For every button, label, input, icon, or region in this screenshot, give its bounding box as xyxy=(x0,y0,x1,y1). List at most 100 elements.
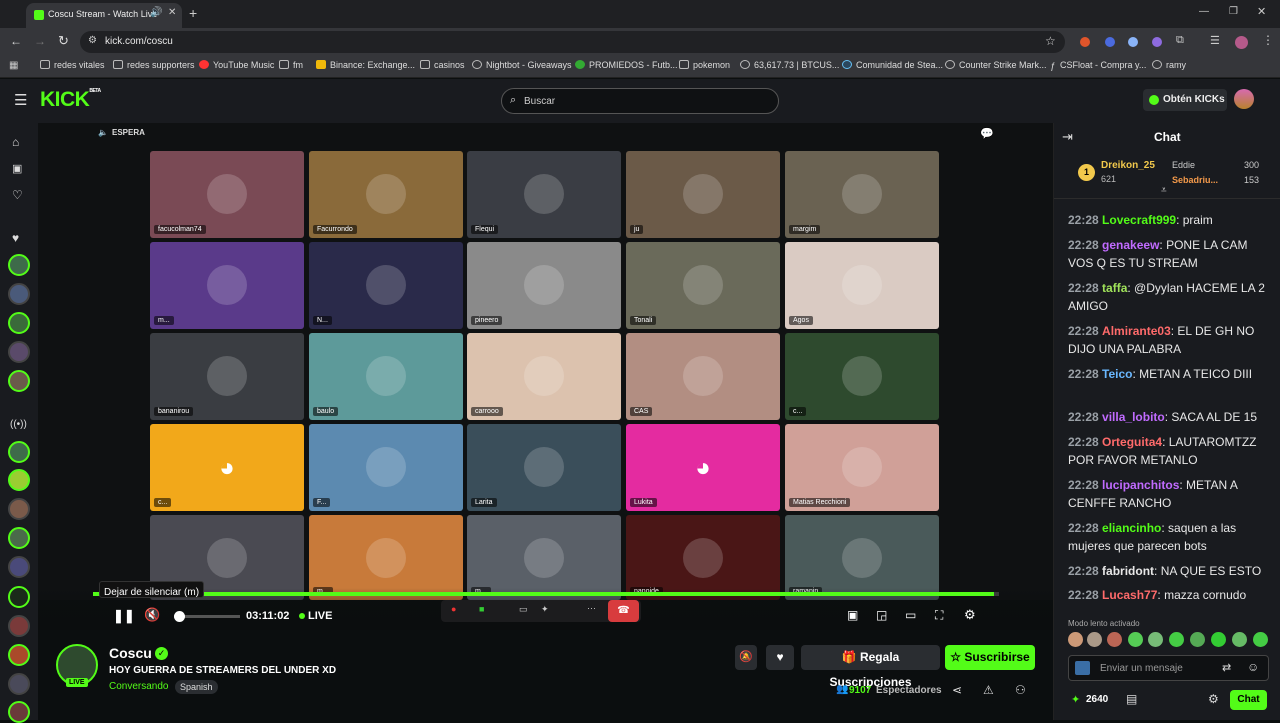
recommended-channel-avatar[interactable] xyxy=(8,556,30,578)
following-icon[interactable]: ♡ xyxy=(12,188,23,202)
bookmark-star-icon[interactable]: ☆ xyxy=(1045,34,1056,48)
extension-icon[interactable] xyxy=(1105,37,1115,47)
recommended-channel-avatar[interactable] xyxy=(8,527,30,549)
back-icon[interactable]: ← xyxy=(10,34,22,48)
forward-icon[interactable]: → xyxy=(34,34,46,48)
extension-icon[interactable] xyxy=(1152,37,1162,47)
bookmark-item[interactable]: casinos xyxy=(420,60,465,70)
translate-icon[interactable]: ⇄ xyxy=(1222,661,1231,674)
collapse-chat-icon[interactable]: ⇥ xyxy=(1062,129,1073,145)
followed-channel-avatar[interactable] xyxy=(8,370,30,392)
followed-channel-avatar[interactable] xyxy=(8,254,30,276)
bookmark-item[interactable]: 63,617.73 | BTCUS... xyxy=(740,60,839,70)
stream-category[interactable]: Conversando xyxy=(109,681,168,692)
report-icon[interactable]: ⚠ xyxy=(983,683,994,697)
recommended-channel-avatar[interactable] xyxy=(8,673,30,695)
recommended-channel-avatar[interactable] xyxy=(8,615,30,637)
expand-leaderboard-icon[interactable]: ⩡ xyxy=(1161,185,1167,196)
emote-picker-icon[interactable] xyxy=(1075,661,1090,675)
extension-icon[interactable] xyxy=(1128,37,1138,47)
chat-settings-icon[interactable]: ⚙ xyxy=(1208,692,1219,706)
chat-bubble-icon[interactable]: 💬 xyxy=(980,127,994,140)
browse-icon[interactable]: ▣ xyxy=(12,162,22,175)
reload-icon[interactable]: ↻ xyxy=(58,33,69,49)
volume-slider[interactable] xyxy=(174,611,240,622)
search-field[interactable]: ⌕ Buscar xyxy=(501,88,779,114)
emote-icon[interactable] xyxy=(1087,632,1102,647)
browser-menu-icon[interactable]: ⋮ xyxy=(1262,33,1274,47)
theater-mode-icon[interactable]: ▭ xyxy=(905,608,916,622)
chest-icon[interactable]: ▤ xyxy=(1126,692,1137,706)
mute-notifications-button[interactable]: 🔕 xyxy=(735,645,757,670)
followed-channel-avatar[interactable] xyxy=(8,341,30,363)
minimize-icon[interactable]: — xyxy=(1199,6,1209,17)
muted-volume-icon[interactable]: 🔇 xyxy=(144,607,160,623)
emote-icon[interactable] xyxy=(1148,632,1163,647)
emote-icon[interactable] xyxy=(1232,632,1247,647)
language-tag[interactable]: Spanish xyxy=(175,680,218,694)
emote-icon[interactable] xyxy=(1190,632,1205,647)
more-options-icon[interactable]: ⚇ xyxy=(1015,683,1026,697)
recommended-channel-avatar[interactable] xyxy=(8,498,30,520)
new-tab-icon[interactable]: + xyxy=(189,5,197,21)
url-field[interactable]: ⚙ kick.com/coscu ☆ xyxy=(80,31,1065,53)
share-icon[interactable]: ⋖ xyxy=(952,683,962,697)
emote-icon[interactable] xyxy=(1128,632,1143,647)
emote-icon[interactable] xyxy=(1107,632,1122,647)
kick-logo[interactable]: KICKBETA xyxy=(40,88,101,112)
clip-icon[interactable]: ▣ xyxy=(847,608,858,622)
site-info-icon[interactable]: ⚙ xyxy=(88,35,97,46)
message-username[interactable]: genakeew xyxy=(1102,238,1159,252)
bookmark-item[interactable]: ƒ CSFloat - Compra y... xyxy=(1050,60,1146,71)
extensions-puzzle-icon[interactable]: ⧉ xyxy=(1176,34,1184,47)
get-kicks-button[interactable]: Obtén KICKs xyxy=(1143,89,1227,111)
browser-tab[interactable]: Coscu Stream - Watch Live 🔊 ✕ xyxy=(26,3,182,28)
message-username[interactable]: taffa xyxy=(1102,281,1127,295)
bookmark-item[interactable]: redes supporters xyxy=(113,60,195,70)
bookmark-item[interactable]: PROMIEDOS - Futb... xyxy=(575,60,678,70)
message-username[interactable]: Almirante03 xyxy=(1102,324,1171,338)
message-username[interactable]: Teico xyxy=(1102,367,1132,381)
emoji-icon[interactable]: ☺ xyxy=(1247,660,1259,674)
emote-icon[interactable] xyxy=(1211,632,1226,647)
channel-name[interactable]: Coscu xyxy=(109,645,152,661)
followed-channel-avatar[interactable] xyxy=(8,312,30,334)
bookmark-item[interactable]: Counter Strike Mark... xyxy=(945,60,1047,70)
media-control-icon[interactable]: ☰ xyxy=(1210,34,1220,47)
recommended-channel-avatar[interactable] xyxy=(8,441,30,463)
user-avatar[interactable] xyxy=(1234,89,1254,109)
emote-icon[interactable] xyxy=(1169,632,1184,647)
recommended-channel-avatar[interactable] xyxy=(8,586,30,608)
pip-icon[interactable]: ◲ xyxy=(876,608,887,622)
followed-channel-avatar[interactable] xyxy=(8,283,30,305)
hamburger-menu-icon[interactable]: ☰ xyxy=(14,91,27,109)
subscribe-button[interactable]: ☆ Suscribirse xyxy=(945,645,1035,670)
fullscreen-icon[interactable]: ⛶ xyxy=(935,608,943,623)
emote-icon[interactable] xyxy=(1253,632,1268,647)
settings-gear-icon[interactable]: ⚙ xyxy=(964,607,976,623)
message-username[interactable]: villa_lobito xyxy=(1102,410,1165,424)
message-username[interactable]: eliancinho xyxy=(1102,521,1161,535)
emote-icon[interactable] xyxy=(1068,632,1083,647)
maximize-icon[interactable]: ❐ xyxy=(1229,6,1238,17)
extension-icon[interactable] xyxy=(1080,37,1090,47)
chat-send-button[interactable]: Chat xyxy=(1230,690,1267,710)
bookmark-item[interactable]: YouTube Music xyxy=(199,60,274,70)
bookmark-item[interactable]: Nightbot - Giveaways xyxy=(472,60,572,70)
seek-bar[interactable] xyxy=(93,592,999,596)
gift-subs-button[interactable]: 🎁 Regala Suscripciones xyxy=(801,645,940,689)
bookmark-item[interactable]: pokemon xyxy=(679,60,730,70)
message-username[interactable]: fabridont xyxy=(1102,564,1154,578)
tab-close-icon[interactable]: ✕ xyxy=(168,7,176,18)
tab-audio-icon[interactable]: 🔊 xyxy=(150,7,162,18)
bookmark-item[interactable]: Comunidad de Stea... xyxy=(842,60,943,70)
home-icon[interactable]: ⌂ xyxy=(12,135,19,149)
message-username[interactable]: Lovecraft999 xyxy=(1102,213,1176,227)
message-username[interactable]: lucipanchitos xyxy=(1102,478,1179,492)
close-window-icon[interactable]: ✕ xyxy=(1257,5,1266,18)
message-username[interactable]: Orteguita4 xyxy=(1102,435,1162,449)
profile-avatar[interactable] xyxy=(1235,36,1248,49)
video-player[interactable]: 🔈 ESPERA 💬 facucolman74 Facurrondo Flequi j… xyxy=(38,123,1053,600)
volume-knob[interactable] xyxy=(174,611,185,622)
apps-grid-icon[interactable]: ▦ xyxy=(9,60,18,71)
